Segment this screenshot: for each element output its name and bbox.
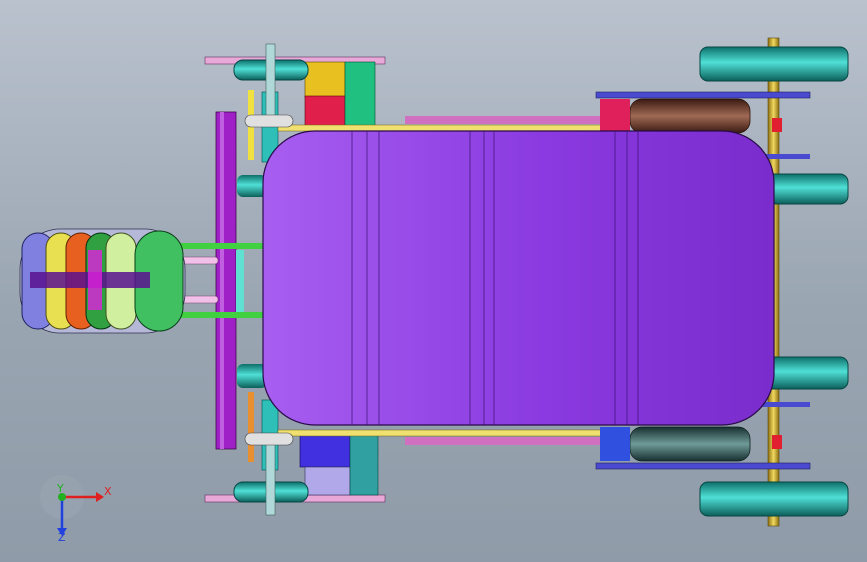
motor-marker bbox=[88, 250, 102, 310]
rear-wheel-lower-inner bbox=[763, 356, 849, 390]
spring-top-mount bbox=[600, 99, 630, 133]
rear-red-block-bottom bbox=[772, 435, 782, 449]
front-lavender-block bbox=[304, 466, 351, 496]
assembly-drawing[interactable]: X Y Z bbox=[0, 0, 867, 562]
rear-bracket-bottom bbox=[595, 462, 811, 470]
front-orange-rod-bottom bbox=[248, 392, 254, 462]
front-axle-bottom bbox=[265, 439, 276, 516]
front-axle-top bbox=[265, 43, 276, 123]
spring-top bbox=[629, 98, 751, 134]
rear-wheel-bottom bbox=[699, 481, 849, 517]
x-axis-label: X bbox=[104, 485, 112, 498]
bottom-spring bbox=[600, 426, 751, 462]
main-body-shell bbox=[262, 130, 775, 426]
connector-bar-1 bbox=[180, 243, 270, 249]
motor-head-assembly bbox=[19, 228, 186, 334]
rear-wheel-top bbox=[699, 46, 849, 82]
front-teal-block bbox=[349, 434, 379, 496]
connector-post bbox=[236, 250, 244, 312]
spring-bottom-mount bbox=[600, 427, 630, 461]
spring-bottom bbox=[629, 426, 751, 462]
front-red-block bbox=[304, 95, 346, 127]
top-linkage bbox=[244, 114, 625, 132]
y-axis-label: Y bbox=[56, 482, 64, 495]
top-spring bbox=[600, 98, 751, 134]
front-blue-block bbox=[299, 434, 351, 468]
rear-bracket-top bbox=[595, 91, 811, 99]
cad-viewport[interactable]: X Y Z bbox=[0, 0, 867, 562]
connector-bar-2 bbox=[180, 312, 270, 318]
front-yellow-block bbox=[304, 61, 346, 99]
rear-red-block-top bbox=[772, 118, 782, 132]
coordinate-triad: X Y Z bbox=[40, 475, 112, 544]
front-green-block bbox=[344, 61, 376, 127]
steering-rail bbox=[215, 111, 237, 450]
steering-rail-highlight bbox=[220, 112, 224, 449]
z-axis-label: Z bbox=[58, 531, 66, 544]
rear-wheel-upper-inner bbox=[763, 173, 849, 205]
